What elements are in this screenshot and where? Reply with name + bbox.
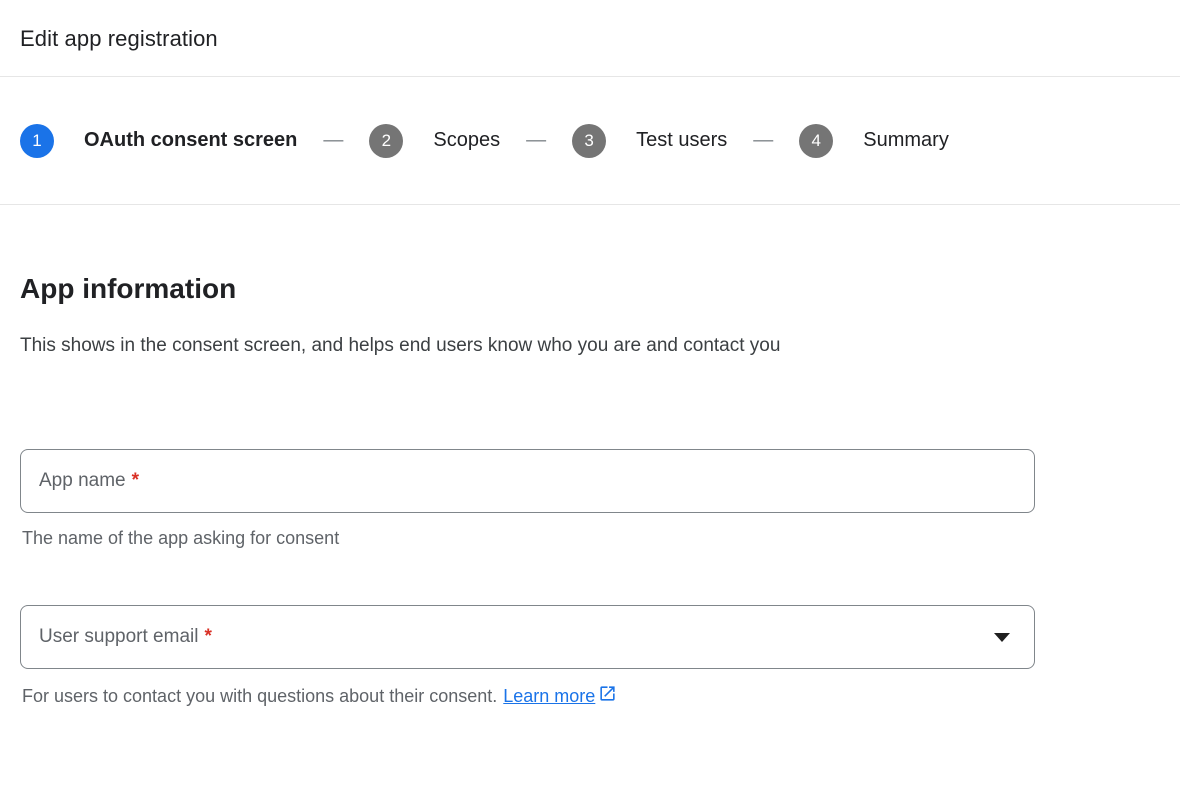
- step-summary[interactable]: 4 Summary: [799, 124, 949, 158]
- support-email-helper-label: For users to contact you with questions …: [22, 686, 497, 707]
- step-number-badge: 1: [20, 124, 54, 158]
- step-oauth-consent-screen[interactable]: 1 OAuth consent screen: [20, 124, 297, 158]
- required-asterisk: *: [132, 470, 139, 492]
- step-test-users[interactable]: 3 Test users: [572, 124, 727, 158]
- step-label: OAuth consent screen: [84, 129, 297, 152]
- app-information-form: App name * The name of the app asking fo…: [20, 449, 1160, 708]
- step-label: Scopes: [433, 129, 500, 152]
- step-label: Summary: [863, 129, 949, 152]
- learn-more-link[interactable]: Learn more: [503, 684, 617, 708]
- step-number-badge: 3: [572, 124, 606, 158]
- app-name-helper-text: The name of the app asking for consent: [22, 528, 1160, 549]
- app-name-field[interactable]: App name *: [20, 449, 1035, 513]
- step-label: Test users: [636, 129, 727, 152]
- learn-more-label: Learn more: [503, 686, 595, 707]
- user-support-email-dropdown[interactable]: User support email *: [20, 605, 1035, 669]
- app-information-section: App information This shows in the consen…: [0, 273, 1180, 708]
- required-asterisk: *: [204, 626, 211, 648]
- step-number-badge: 2: [369, 124, 403, 158]
- stepper-divider: [0, 204, 1180, 205]
- step-scopes[interactable]: 2 Scopes: [369, 124, 500, 158]
- user-support-email-label: User support email: [39, 626, 198, 648]
- support-email-field-group: User support email * For users to contac…: [20, 605, 1160, 708]
- step-separator: —: [753, 129, 773, 152]
- page-header: Edit app registration: [0, 0, 1180, 76]
- app-name-label: App name: [39, 470, 126, 492]
- wizard-stepper: 1 OAuth consent screen — 2 Scopes — 3 Te…: [0, 77, 1180, 204]
- section-heading: App information: [20, 273, 1160, 305]
- step-separator: —: [323, 129, 343, 152]
- section-description: This shows in the consent screen, and he…: [20, 325, 978, 367]
- support-email-helper-text: For users to contact you with questions …: [22, 684, 1160, 708]
- step-number-badge: 4: [799, 124, 833, 158]
- dropdown-arrow-icon: [994, 633, 1010, 642]
- external-link-icon: [598, 684, 617, 708]
- app-name-field-group: App name * The name of the app asking fo…: [20, 449, 1160, 549]
- step-separator: —: [526, 129, 546, 152]
- page-title: Edit app registration: [20, 26, 1160, 52]
